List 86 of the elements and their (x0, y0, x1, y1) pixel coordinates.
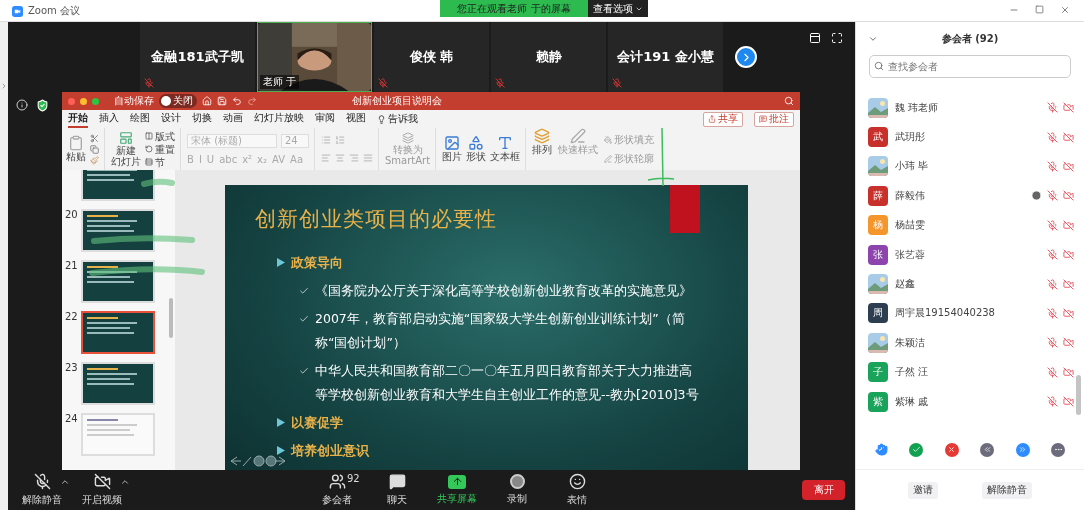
participant-name: 杨喆雯 (895, 218, 926, 233)
participant-name: 张艺蓉 (895, 247, 926, 262)
toolbar-button[interactable]: 参会者 92 (307, 471, 367, 509)
ribbon-tab[interactable]: 设计 (161, 110, 181, 128)
participant-name: 会计191 金小慧 (617, 48, 714, 66)
comment-button[interactable]: 批注 (754, 111, 794, 127)
avatar: 紫 (868, 391, 888, 412)
slide-title: 创新创业类项目的必要性 (255, 206, 497, 233)
panel-button[interactable]: 邀请 (908, 481, 938, 499)
tell-me-button[interactable]: 告诉我 (377, 112, 418, 126)
ribbon-tab[interactable]: 插入 (99, 110, 119, 128)
avatar: 薛 (868, 185, 888, 206)
panel-button[interactable]: 解除静音 (982, 481, 1032, 499)
ribbon-tab[interactable]: 幻灯片放映 (254, 110, 304, 128)
leave-button[interactable]: 离开 (802, 480, 845, 500)
slide-heading: 政策导向 (291, 253, 343, 272)
ribbon-tab[interactable]: 绘图 (130, 110, 150, 128)
slide-number: 22 (65, 311, 79, 322)
ribbon-tab[interactable]: 切换 (192, 110, 212, 128)
avatar: 张 (868, 244, 888, 265)
avatar: 周 (868, 303, 888, 324)
participant-name: 紫琳 戚 (895, 394, 930, 409)
slide-number: 21 (65, 260, 79, 271)
avatar: 武 (868, 127, 888, 148)
participant-name: 赖静 (535, 48, 562, 66)
autosave-toggle[interactable]: 关闭 (159, 94, 197, 108)
participant-name: 魏 玮老师 (895, 100, 940, 115)
participant-name: 朱颖洁 (895, 335, 926, 350)
participant-row[interactable]: 紫 紫琳 戚 (856, 386, 1084, 417)
toolbar-button[interactable]: 表情 (547, 471, 607, 509)
new-slide-button[interactable]: 新建 幻灯片 (111, 131, 141, 167)
picture-button[interactable]: 图片 (442, 135, 463, 163)
slide-number: 23 (65, 362, 79, 373)
ribbon-tab[interactable]: 视图 (346, 110, 366, 128)
slide-heading: 以赛促学 (291, 413, 343, 432)
participant-name: 武玥彤 (895, 130, 926, 145)
reset-button[interactable]: 重置 (145, 143, 175, 155)
search-field[interactable]: 查找参会者 (869, 55, 1071, 78)
toolbar-button[interactable]: 聊天 (367, 471, 427, 509)
participant-row[interactable]: 赵鑫 (856, 269, 1084, 299)
avatar: 子 (868, 362, 888, 383)
avatar: 杨 (868, 215, 888, 236)
arrange-button[interactable]: 排列 (532, 128, 553, 170)
participant-name: 子然 汪 (895, 365, 930, 380)
participant-name: 赵鑫 (895, 277, 916, 292)
participant-name: 俊侠 韩 (409, 48, 454, 66)
share-button[interactable]: 共享 (703, 111, 743, 127)
participant-count: 92 (347, 473, 360, 484)
toolbar-button[interactable]: 录制 (487, 471, 547, 509)
view-options-button[interactable]: 查看选项 (588, 0, 648, 17)
autosave-label: 自动保存 (114, 94, 154, 108)
participant-row[interactable]: 周 周宇晨19154040238 (856, 298, 1084, 329)
panel-title: 参会者 (92) (940, 31, 1000, 46)
paste-button[interactable]: 粘贴 (66, 135, 86, 163)
viewing-banner: 您正在观看老师 于的屏幕 (440, 0, 588, 17)
participant-name: 老师 于 (260, 75, 300, 89)
toolbar-button[interactable]: 开启视频 (72, 471, 132, 509)
layout-button[interactable]: 版式 (145, 130, 175, 142)
participant-name: 小玮 毕 (895, 159, 930, 174)
participant-row[interactable]: 小玮 毕 (856, 151, 1084, 182)
slide-bullet-text: 2007年，教育部启动实施“国家级大学生创新创业训练计划”（简称“国创计划”） (315, 310, 686, 352)
participant-row[interactable]: 子 子然 汪 (856, 357, 1084, 387)
slide-bullet-text: 《国务院办公厅关于深化高等学校创新创业教育改革的实施意见》 (315, 282, 692, 300)
text-box-button[interactable]: 文本框 (490, 135, 521, 163)
ribbon-tab[interactable]: 开始 (68, 110, 88, 128)
toolbar-button[interactable]: 共享屏幕 (427, 471, 487, 509)
document-title: 创新创业项目说明会 (352, 94, 442, 108)
ribbon-tab[interactable]: 动画 (223, 110, 243, 128)
participant-name: 周宇晨19154040238 (895, 306, 996, 321)
participant-row[interactable]: 薛 薛毅伟 (856, 181, 1084, 211)
toolbar-button[interactable]: 解除静音 (12, 471, 72, 509)
shape-button[interactable]: 形状 (466, 135, 487, 163)
section-button[interactable]: 节 (145, 156, 175, 168)
ribbon-tab[interactable]: 审阅 (315, 110, 335, 128)
participant-row[interactable]: 张 张艺蓉 (856, 239, 1084, 270)
slide-heading: 培养创业意识 (291, 441, 369, 460)
participant-row[interactable]: 朱颖洁 (856, 328, 1084, 358)
participant-row[interactable]: 魏 玮老师 (856, 93, 1084, 123)
slide-number: 20 (65, 209, 79, 220)
slide-number: 24 (65, 413, 79, 424)
window-title: Zoom 会议 (28, 4, 80, 18)
participant-row[interactable]: 武 武玥彤 (856, 122, 1084, 152)
participant-name: 金融181武子凯 (151, 48, 244, 66)
slide-bullet-text: 中华人民共和国教育部二〇一〇年五月四日教育部关于大力推进高等学校创新创业教育和大学生自主创业工作的意见--教办[2010]3号 (315, 362, 700, 404)
participant-row[interactable]: 杨 杨喆雯 (856, 210, 1084, 240)
participant-name: 薛毅伟 (895, 188, 926, 203)
